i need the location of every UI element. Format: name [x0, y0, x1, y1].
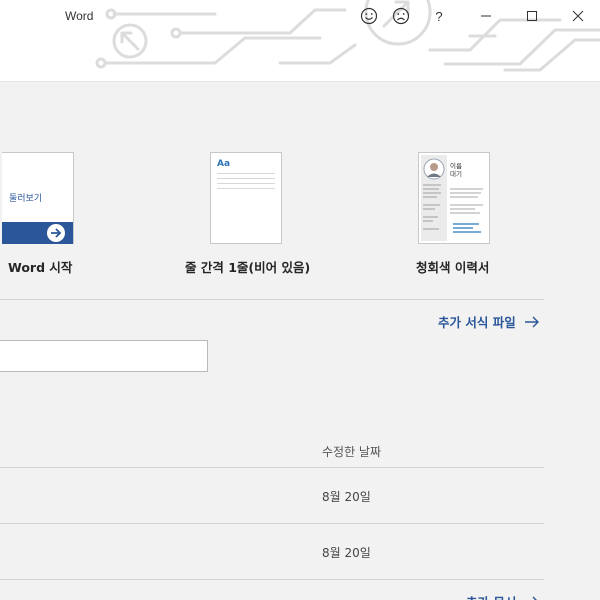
template-thumbnail-text: 둘러보기 [9, 194, 43, 204]
template-label: 줄 간격 1줄(비어 있음) [185, 260, 311, 275]
minimize-icon [481, 15, 491, 17]
recent-document-row[interactable] [0, 524, 544, 579]
template-label: Word 시작 [8, 260, 73, 275]
modified-date-column-header[interactable]: 수정한 날짜 [322, 443, 381, 460]
resume-text-lines [423, 184, 483, 233]
row-modified-date: 8월 20일 [322, 490, 371, 504]
template-word-tour[interactable]: 둘러보기 [2, 152, 74, 244]
maximize-icon [527, 11, 537, 21]
template-thumbnail-text: Aa [217, 159, 231, 169]
template-lines [217, 173, 275, 189]
template-blank-single-spacing[interactable]: Aa [210, 152, 282, 244]
row-divider [0, 579, 544, 580]
more-templates-label: 추가 서식 파일 [438, 315, 516, 330]
close-icon [572, 10, 584, 22]
help-icon: ? [435, 8, 443, 24]
more-documents-label: 추가 문서 [466, 592, 516, 600]
more-templates-link[interactable]: 추가 서식 파일 [438, 312, 540, 331]
frown-feedback-button[interactable] [386, 2, 416, 30]
arrow-right-icon [524, 316, 539, 327]
maximize-button[interactable] [517, 2, 547, 30]
search-input[interactable] [0, 340, 208, 372]
smile-feedback-button[interactable] [354, 2, 384, 30]
more-documents-link[interactable]: 추가 문서 [466, 592, 540, 600]
close-button[interactable] [563, 2, 593, 30]
template-label: 청회색 이력서 [416, 260, 490, 275]
row-modified-date: 8월 20일 [322, 546, 371, 560]
smile-icon [360, 7, 378, 25]
resume-photo-icon [423, 158, 445, 180]
help-button[interactable]: ? [424, 2, 454, 30]
minimize-button[interactable] [471, 2, 501, 30]
section-divider [0, 299, 544, 300]
arrow-right-circle-icon [47, 224, 65, 242]
recent-document-row[interactable] [0, 468, 544, 523]
arrow-right-icon [532, 596, 538, 600]
template-resume[interactable]: 이름 대기 [418, 152, 490, 244]
title-bar: Word ? [0, 0, 600, 82]
template-thumbnail-text: 이름 대기 [450, 162, 462, 178]
frown-icon [392, 7, 410, 25]
app-title: Word [65, 9, 94, 23]
